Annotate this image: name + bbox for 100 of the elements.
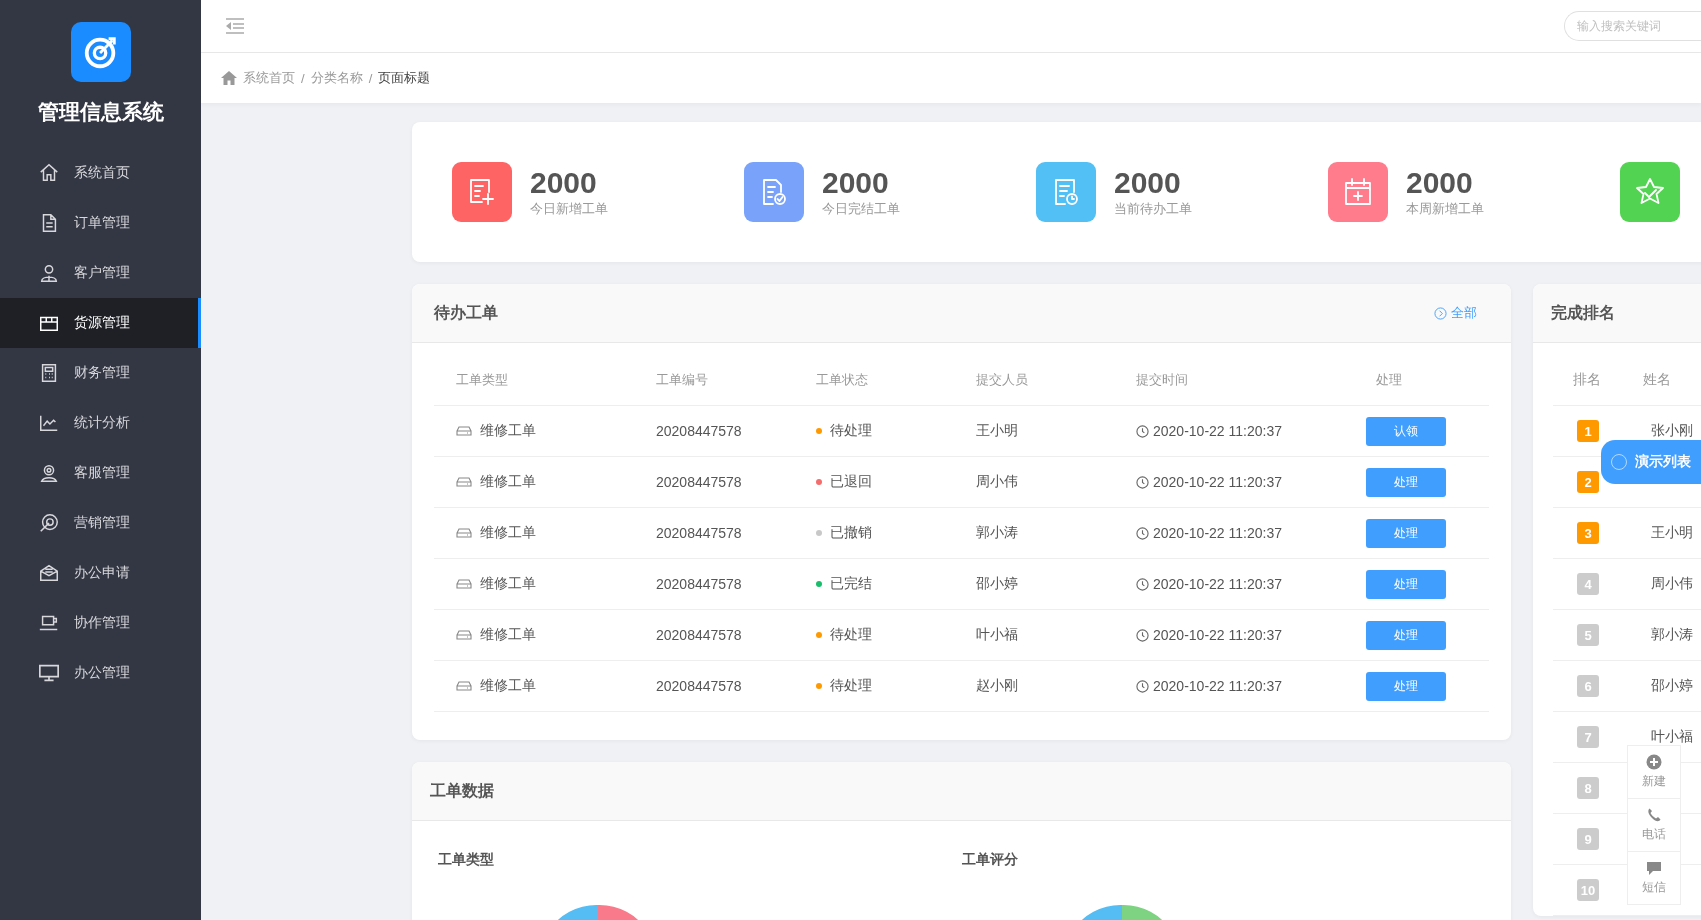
table-cell: 2020-10-22 11:20:37 — [1153, 576, 1282, 592]
search-field[interactable]: 输入搜索关键词 — [1564, 11, 1701, 41]
drive-icon — [456, 426, 472, 436]
action-button[interactable]: 认领 — [1366, 416, 1446, 446]
table-cell: 2020-10-22 11:20:37 — [1153, 525, 1282, 541]
sidebar-item[interactable]: 客户管理 — [0, 248, 201, 298]
table-cell: 2020-10-22 11:20:37 — [1153, 423, 1282, 439]
table-cell-text: 20208447578 — [655, 627, 743, 643]
column-header: 工单状态 — [815, 371, 869, 389]
drive-icon — [456, 630, 472, 640]
stat-label: 本周新增工单 — [1406, 200, 1484, 218]
column-header: 工单类型 — [455, 371, 509, 389]
column-header: 排名 — [1573, 371, 1601, 389]
action-button[interactable]: 处理 — [1366, 671, 1446, 701]
clock-icon — [1136, 679, 1149, 693]
quick-action-button[interactable]: 短信 — [1627, 851, 1681, 905]
breadcrumb-link[interactable]: 系统首页 — [243, 69, 295, 87]
breadcrumb-separator: / — [301, 70, 305, 86]
status-text: 待处理 — [830, 422, 872, 440]
card-title: 工单数据 — [430, 780, 494, 801]
chart-title: 工单评分 — [961, 851, 1019, 869]
table-cell: 邵小婷 — [1651, 677, 1693, 695]
table-cell-text: 赵小刚 — [975, 677, 1019, 695]
column-header: 姓名 — [1643, 371, 1671, 389]
sidebar-item[interactable]: 协作管理 — [0, 598, 201, 648]
stat-value: 2000 — [1406, 166, 1474, 200]
drive-icon — [456, 579, 472, 589]
person-icon — [38, 262, 60, 284]
home-icon — [38, 162, 60, 184]
menu-icon[interactable] — [225, 17, 245, 35]
sidebar-item[interactable]: 统计分析 — [0, 398, 201, 448]
view-all-link[interactable]: 全部 — [1434, 304, 1477, 322]
clock-icon — [1136, 628, 1149, 642]
table-cell: 维修工单 — [480, 422, 536, 440]
action-button[interactable]: 处理 — [1366, 467, 1446, 497]
action-button[interactable]: 处理 — [1366, 569, 1446, 599]
table-cell-text: 20208447578 — [655, 423, 743, 439]
drive-icon — [456, 477, 472, 487]
table-cell: 周小伟 — [1651, 575, 1693, 593]
table-cell-text: 20208447578 — [655, 576, 743, 592]
sidebar-item[interactable]: 办公申请 — [0, 548, 201, 598]
table-cell: 2020-10-22 11:20:37 — [1153, 678, 1282, 694]
chevron-circle-icon — [1434, 306, 1447, 320]
plus-icon — [1646, 754, 1662, 770]
sidebar-item[interactable]: 订单管理 — [0, 198, 201, 248]
table-cell-text: 周小伟 — [975, 473, 1019, 491]
sidebar-item[interactable]: 财务管理 — [0, 348, 201, 398]
table-cell: 王小明 — [1651, 524, 1693, 542]
stat-label: 今日新增工单 — [530, 200, 608, 218]
home-icon — [221, 71, 237, 85]
table-cell: 维修工单 — [480, 524, 536, 542]
sidebar-item[interactable]: 系统首页 — [0, 148, 201, 198]
clock-icon — [1136, 424, 1149, 438]
sidebar-item[interactable]: 营销管理 — [0, 498, 201, 548]
table-cell: 维修工单 — [480, 626, 536, 644]
action-button[interactable]: 处理 — [1366, 620, 1446, 650]
column-header: 处理 — [1375, 371, 1403, 389]
clock-icon — [1136, 475, 1149, 489]
monitor-icon — [38, 662, 60, 684]
status-text: 待处理 — [830, 677, 872, 695]
breadcrumb-separator: / — [368, 70, 373, 86]
rank-badge: 2 — [1577, 471, 1599, 493]
app-title: 管理信息系统 — [37, 99, 164, 125]
stat-value: 2000 — [1114, 166, 1182, 200]
table-cell-text: 20208447578 — [655, 678, 743, 694]
action-button[interactable]: 处理 — [1366, 518, 1446, 548]
card-title: 待办工单 — [434, 302, 498, 323]
stat-value: 2000 — [822, 166, 890, 200]
stat-label: 今日完结工单 — [822, 200, 900, 218]
target-icon — [38, 512, 60, 534]
status-text: 待处理 — [830, 626, 872, 644]
sidebar-item[interactable]: 办公管理 — [0, 648, 201, 698]
breadcrumb-link[interactable]: 分类名称 — [310, 69, 363, 87]
clock-icon — [1136, 526, 1149, 540]
table-cell: 维修工单 — [480, 677, 536, 695]
table-cell: 叶小福 — [1651, 728, 1693, 746]
status-text: 已完结 — [830, 575, 872, 593]
card-title: 完成排名 — [1551, 302, 1615, 323]
stat-label: 当前待办工单 — [1114, 200, 1192, 218]
chart-title: 工单类型 — [438, 851, 495, 869]
quick-action-button[interactable]: 电话 — [1627, 798, 1681, 852]
stat-value: 2000 — [530, 166, 598, 200]
sidebar-item[interactable]: 客服管理 — [0, 448, 201, 498]
demo-list-button[interactable]: 演示列表 — [1601, 440, 1701, 484]
quick-action-button[interactable]: 新建 — [1627, 745, 1681, 799]
drive-icon — [456, 528, 472, 538]
sidebar-item[interactable]: 货源管理 — [0, 298, 201, 348]
target-logo-icon — [70, 22, 131, 82]
column-header: 提交人员 — [975, 371, 1029, 389]
table-cell-text: 20208447578 — [655, 474, 743, 490]
table-cell-text: 叶小福 — [975, 626, 1019, 644]
table-cell: 维修工单 — [480, 575, 536, 593]
headset-person-icon — [38, 462, 60, 484]
breadcrumb-current: 页面标题 — [378, 69, 431, 87]
column-header: 提交时间 — [1135, 371, 1189, 389]
phone-icon — [1646, 807, 1662, 823]
table-cell: 郭小涛 — [1651, 626, 1693, 644]
table-cell-text: 20208447578 — [655, 525, 743, 541]
table-cell: 2020-10-22 11:20:37 — [1153, 627, 1282, 643]
status-text: 已撤销 — [830, 524, 872, 542]
